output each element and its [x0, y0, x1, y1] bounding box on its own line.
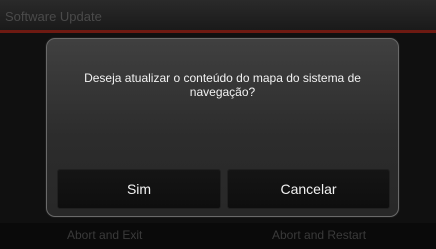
abort-and-restart-button[interactable]: Abort and Restart [272, 228, 366, 242]
header-title: Software Update [5, 9, 102, 24]
screen: Software Update Abort and Exit Abort and… [0, 0, 436, 249]
dialog-message: Deseja atualizar o conteúdo do mapa do s… [84, 71, 361, 99]
cancel-button[interactable]: Cancelar [227, 169, 390, 209]
yes-button[interactable]: Sim [57, 169, 221, 209]
bottom-bar [0, 223, 436, 249]
abort-and-exit-button[interactable]: Abort and Exit [67, 228, 142, 242]
header-bar: Software Update [0, 0, 436, 30]
confirmation-dialog: Deseja atualizar o conteúdo do mapa do s… [46, 38, 399, 217]
